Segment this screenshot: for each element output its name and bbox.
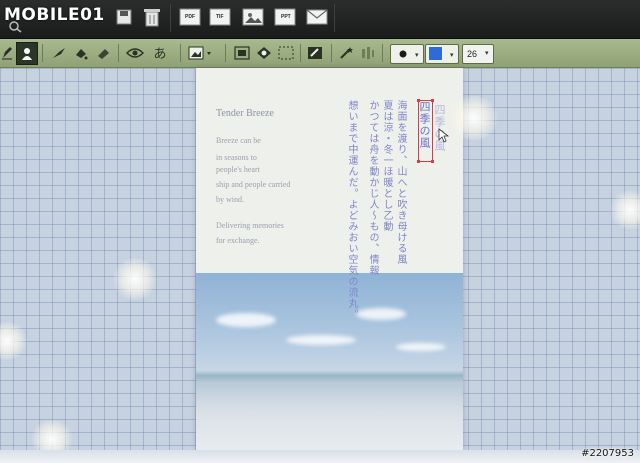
light-reflection	[112, 258, 158, 300]
toolbar-divider	[225, 44, 226, 62]
fill-tool-icon[interactable]	[70, 42, 92, 63]
font-size-select[interactable]: 26 ▾	[462, 44, 494, 64]
svg-text:▾: ▾	[450, 52, 454, 59]
select-person-tool-icon[interactable]	[16, 42, 38, 65]
image-edit-icon[interactable]	[304, 42, 326, 63]
resize-handle[interactable]	[417, 160, 420, 163]
selection-frame-icon[interactable]	[275, 42, 297, 63]
resize-handle[interactable]	[431, 99, 434, 102]
magic-wand-icon[interactable]	[335, 42, 357, 63]
export-tif-button[interactable]: TIF	[208, 6, 232, 28]
trash-icon[interactable]	[140, 6, 164, 28]
save-icon[interactable]	[112, 6, 136, 28]
english-text-line: ship and people carried	[216, 180, 291, 189]
export-pdf-button[interactable]: PDF	[178, 6, 202, 28]
align-distribute-icon[interactable]	[356, 42, 378, 63]
pen-tool-icon[interactable]	[0, 42, 14, 63]
search-icon[interactable]	[6, 20, 24, 34]
photo-watermark: #2207953	[581, 448, 634, 459]
format-toolbar: あ ▾ ▾ 26 ▾	[0, 39, 640, 68]
toolbar-divider	[42, 44, 43, 62]
chevron-down-icon: ▾	[485, 50, 489, 57]
english-text-line: for exchange.	[216, 236, 260, 245]
eraser-tool-icon[interactable]	[92, 42, 114, 63]
light-reflection	[448, 96, 500, 140]
screen-bottom-edge	[0, 450, 640, 463]
resize-handle[interactable]	[431, 160, 434, 163]
english-title: Tender Breeze	[216, 108, 274, 119]
japanese-text-column: 想いまで中運んだ。よどみおい空気の流丸。	[346, 100, 357, 320]
insert-image-button[interactable]	[187, 42, 215, 63]
japanese-text-column: 海面を渡り、山へと吹き母ける風	[395, 100, 406, 265]
english-text-line: Delivering memories	[216, 221, 284, 230]
export-image-button[interactable]	[241, 6, 265, 28]
main-toolbar: MOBILE01 PDF TIF PPT	[0, 0, 640, 39]
text-color-select[interactable]: ▾	[390, 44, 424, 64]
image-frame-icon[interactable]	[231, 42, 253, 63]
english-text-line: people's heart	[216, 165, 260, 174]
email-icon[interactable]	[305, 6, 329, 28]
beach-photo	[196, 273, 463, 450]
eye-icon[interactable]	[124, 42, 146, 63]
svg-text:▾: ▾	[415, 52, 419, 59]
toolbar-divider	[331, 44, 332, 62]
toolbar-divider	[382, 44, 383, 62]
fill-color-swatch	[429, 47, 442, 60]
english-text-line: in seasons to	[216, 153, 257, 162]
toolbar-divider	[118, 44, 119, 62]
toolbar-divider	[334, 4, 335, 32]
document-page[interactable]: Tender Breeze Breeze can be in seasons t…	[196, 68, 463, 450]
fill-color-select[interactable]: ▾	[425, 44, 459, 64]
toolbar-divider	[300, 44, 301, 62]
japanese-text-column: 夏は涼・冬一ほ暖とし乙動	[381, 100, 392, 232]
toolbar-divider	[180, 44, 181, 62]
english-text-line: Breeze can be	[216, 136, 261, 145]
crop-mask-icon[interactable]	[253, 42, 275, 63]
kana-input-button[interactable]: あ	[149, 42, 171, 63]
font-size-value: 26	[467, 49, 478, 59]
english-text-line: by wind.	[216, 195, 244, 204]
brush-tool-icon[interactable]	[48, 42, 70, 63]
japanese-text-column: かつては舟を動かじ人〜もの、情報	[367, 100, 378, 276]
mouse-cursor-icon	[438, 128, 450, 149]
export-ppt-button[interactable]: PPT	[273, 6, 297, 28]
toolbar-divider	[170, 4, 171, 32]
text-color-swatch	[399, 50, 407, 58]
text-selection-box[interactable]	[418, 100, 433, 162]
resize-handle[interactable]	[417, 99, 420, 102]
